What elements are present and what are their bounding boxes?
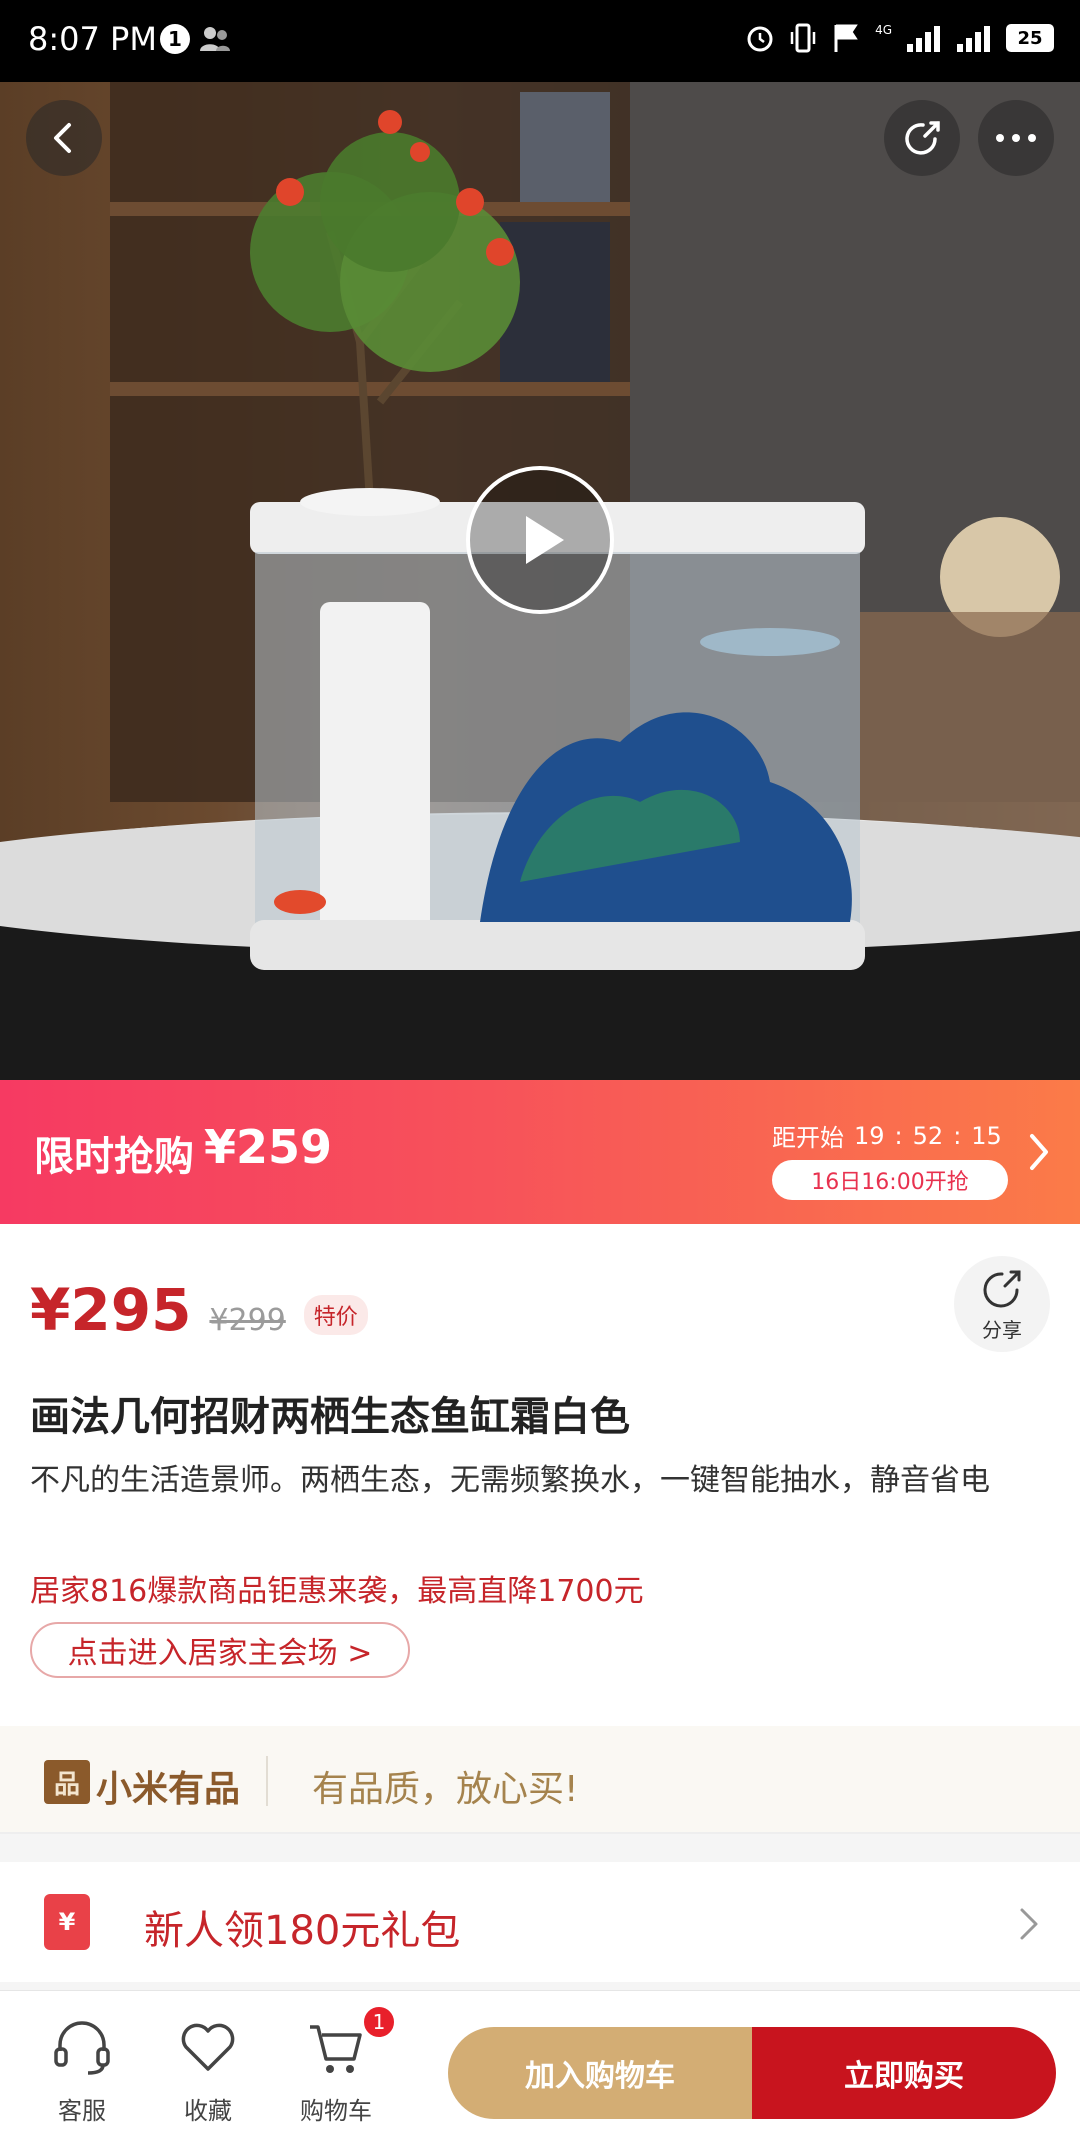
section-gap [0, 1834, 1080, 1862]
favorite-button[interactable]: 收藏 [158, 2015, 258, 2126]
play-icon [526, 516, 564, 564]
vibrate-icon [790, 23, 816, 53]
promo-text: 居家816爆款商品钜惠来袭，最高直降1700元 [30, 1574, 644, 1609]
status-time: 8:07 PM [28, 20, 157, 58]
video-play-button[interactable] [466, 466, 614, 614]
new-user-gift-row[interactable]: ¥ 新人领180元礼包 [0, 1862, 1080, 1982]
product-page: 8:07 PM 1 4G 25 限时抢购 ¥259 距开始 19: 52: … [0, 0, 1080, 2142]
favorite-label: 收藏 [184, 2097, 232, 2125]
countdown-minutes: 52 [912, 1121, 944, 1150]
battery-icon: 25 [1006, 24, 1054, 52]
flash-sale-title: 限时抢购 [34, 1134, 194, 1180]
home-venue-link[interactable]: 点击进入居家主会场 > [30, 1622, 410, 1678]
share-button[interactable]: 分享 [954, 1256, 1050, 1352]
heart-icon [181, 2023, 235, 2071]
chevron-right-icon [1020, 1908, 1038, 1940]
status-left-icons: 1 [160, 24, 232, 54]
price-row: ¥295 ¥299 特价 [30, 1276, 368, 1344]
sale-start-time: 16日16:00开抢 [772, 1160, 1008, 1200]
original-price: ¥299 [209, 1303, 286, 1338]
more-icon [996, 134, 1036, 142]
buy-now-button[interactable]: 立即购买 [752, 2027, 1056, 2119]
status-right-icons: 4G 25 [745, 22, 1054, 54]
customer-service-button[interactable]: 客服 [32, 2015, 132, 2126]
youpin-logo-icon: 品 [44, 1760, 90, 1804]
countdown-separator: : [894, 1121, 903, 1150]
countdown-label: 距开始 [772, 1124, 844, 1152]
special-price-badge: 特价 [303, 1295, 368, 1335]
flash-sale-banner[interactable]: 限时抢购 ¥259 距开始 19 : 52 : 15 16日16:00开抢 [0, 1080, 1080, 1224]
signal-strength-2-icon [957, 26, 990, 52]
customer-service-label: 客服 [58, 2097, 106, 2125]
headset-icon [54, 2021, 110, 2075]
cart-count-badge: 1 [362, 2005, 396, 2039]
chevron-right-icon [1030, 1134, 1048, 1170]
signal-strength-icon [907, 26, 940, 52]
cart-icon [310, 2025, 362, 2073]
cart-button[interactable]: 1 购物车 [286, 2005, 396, 2126]
countdown-separator: : [953, 1121, 962, 1150]
product-title: 画法几何招财两栖生态鱼缸霜白色 [30, 1394, 630, 1440]
countdown-seconds: 15 [971, 1121, 1002, 1150]
share-label: 分享 [982, 1317, 1022, 1342]
red-packet-icon: ¥ [44, 1894, 90, 1950]
notification-count-icon: 1 [160, 24, 190, 54]
product-description: 不凡的生活造景师。两栖生态，无需频繁换水，一键智能抽水，静音省电 [30, 1463, 990, 1498]
youpin-slogan: 有品质，放心买! [312, 1769, 579, 1810]
bottom-action-bar: 客服 收藏 1 购物车 加入购物车 立即购买 [0, 1990, 1080, 2142]
share-icon [983, 1270, 1021, 1307]
add-to-cart-button[interactable]: 加入购物车 [448, 2027, 752, 2119]
countdown: 距开始 19 : 52 : 15 [772, 1118, 1002, 1153]
youpin-name: 小米有品 [96, 1769, 241, 1810]
contacts-icon [200, 27, 230, 51]
hero-share-button[interactable] [884, 100, 960, 176]
divider [266, 1756, 268, 1806]
countdown-hours: 19 [854, 1121, 885, 1150]
flash-sale-price: ¥259 [204, 1120, 333, 1174]
current-price: ¥295 [30, 1276, 192, 1344]
flag-signal-icon [834, 24, 858, 52]
youpin-banner: 品 小米有品 有品质，放心买! [0, 1726, 1080, 1834]
back-button[interactable] [26, 100, 102, 176]
network-type-label: 4G [875, 23, 892, 37]
alarm-icon [747, 26, 773, 52]
back-arrow-icon [54, 123, 71, 153]
section-gap [0, 1982, 1080, 1990]
share-icon [905, 121, 940, 155]
gift-label: 新人领180元礼包 [144, 1908, 461, 1954]
product-hero-media[interactable] [0, 82, 1080, 1080]
status-bar: 8:07 PM 1 4G 25 [0, 0, 1080, 82]
cart-label: 购物车 [300, 2097, 372, 2125]
more-options-button[interactable] [978, 100, 1054, 176]
